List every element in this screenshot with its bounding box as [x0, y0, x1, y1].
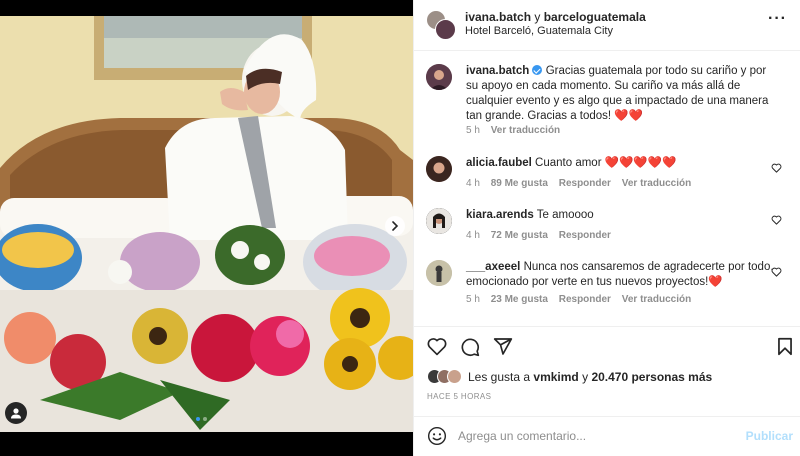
- reply-link[interactable]: Responder: [559, 294, 611, 305]
- post-side-panel: ivana.batch y barceloguatemala Hotel Bar…: [413, 0, 800, 456]
- comment-item: ___axeeel Nunca nos cansaremos de agrade…: [426, 260, 788, 320]
- collaborator-username[interactable]: barceloguatemala: [544, 10, 646, 24]
- post-header: ivana.batch y barceloguatemala Hotel Bar…: [414, 0, 800, 51]
- comment-body: kiara.arends Te amoooo: [466, 208, 778, 223]
- user-tag-icon: [11, 408, 21, 419]
- carousel-dot-active: [196, 417, 200, 421]
- avatar-image: [426, 156, 452, 182]
- comment-time[interactable]: 4 h: [466, 230, 480, 241]
- location-link[interactable]: Hotel Barceló, Guatemala City: [465, 25, 613, 37]
- avatar[interactable]: [426, 64, 452, 90]
- avatar: [447, 369, 462, 384]
- avatar-image: [426, 208, 452, 234]
- next-photo-button[interactable]: [385, 216, 405, 236]
- caption-body: ivana.batch Gracias guatemala por todo s…: [466, 64, 778, 124]
- comment-meta: 4 h 89 Me gusta Responder Ver traducción: [466, 178, 699, 189]
- verified-badge-icon: [532, 65, 543, 75]
- avatar[interactable]: [426, 260, 452, 286]
- share-send-icon[interactable]: [493, 337, 513, 356]
- avatar[interactable]: [426, 208, 452, 234]
- comment-time[interactable]: 4 h: [466, 178, 480, 189]
- comment-bubble-icon[interactable]: [460, 337, 480, 357]
- avatar-image: [426, 64, 452, 90]
- avatar: [435, 19, 456, 40]
- caption-time[interactable]: 5 h: [466, 125, 480, 136]
- tagged-users-button[interactable]: [5, 402, 27, 424]
- likes-and: y: [582, 369, 589, 384]
- comment-likes[interactable]: 72 Me gusta: [491, 230, 548, 241]
- comments-list: ivana.batch Gracias guatemala por todo s…: [414, 52, 800, 326]
- connector-text: y: [534, 10, 541, 24]
- comment-composer: Publicar: [414, 416, 800, 456]
- comment-likes[interactable]: 23 Me gusta: [491, 294, 548, 305]
- comment-meta: 5 h 23 Me gusta Responder Ver traducción: [466, 294, 699, 305]
- comment-text: Cuanto amor ❤️❤️❤️❤️❤️: [535, 157, 677, 169]
- caption-username[interactable]: ivana.batch: [466, 65, 529, 77]
- avatar[interactable]: [426, 156, 452, 182]
- hotel-room-photo: [0, 0, 413, 456]
- comment-username[interactable]: alicia.faubel: [466, 157, 532, 169]
- caption-meta: 5 h Ver traducción: [466, 125, 568, 136]
- more-horizontal-icon: ···: [768, 10, 787, 27]
- reply-link[interactable]: Responder: [559, 178, 611, 189]
- comment-likes[interactable]: 89 Me gusta: [491, 178, 548, 189]
- reply-link[interactable]: Responder: [559, 230, 611, 241]
- comment-item: alicia.faubel Cuanto amor ❤️❤️❤️❤️❤️ 4 h…: [426, 156, 788, 200]
- caption: ivana.batch Gracias guatemala por todo s…: [426, 64, 788, 144]
- emoji-icon[interactable]: [427, 426, 447, 446]
- more-options-button[interactable]: ···: [768, 11, 787, 27]
- post-actions: Les gusta a vmkimd y 20.470 personas más…: [414, 326, 800, 416]
- likes-summary[interactable]: Les gusta a vmkimd y 20.470 personas más: [427, 369, 712, 384]
- comment-item: kiara.arends Te amoooo 4 h 72 Me gusta R…: [426, 208, 788, 252]
- like-heart-icon[interactable]: [427, 337, 447, 356]
- comment-time[interactable]: 5 h: [466, 294, 480, 305]
- post-comment-button[interactable]: Publicar: [746, 429, 793, 443]
- comment-body: ___axeeel Nunca nos cansaremos de agrade…: [466, 260, 778, 290]
- comment-like-heart-icon[interactable]: [771, 163, 782, 173]
- comment-username[interactable]: kiara.arends: [466, 209, 534, 221]
- save-bookmark-icon[interactable]: [777, 337, 793, 356]
- comment-body: alicia.faubel Cuanto amor ❤️❤️❤️❤️❤️: [466, 156, 778, 171]
- chevron-right-icon: [392, 221, 399, 231]
- comment-like-heart-icon[interactable]: [771, 267, 782, 277]
- post-timestamp[interactable]: HACE 5 HORAS: [427, 392, 491, 401]
- author-username[interactable]: ivana.batch: [465, 10, 531, 24]
- comment-input[interactable]: [458, 427, 738, 445]
- likes-others[interactable]: 20.470 personas más: [591, 370, 712, 384]
- likes-user[interactable]: vmkimd: [533, 370, 578, 384]
- comment-like-heart-icon[interactable]: [771, 215, 782, 225]
- collab-avatars[interactable]: [426, 10, 456, 40]
- comment-translate-link[interactable]: Ver traducción: [622, 178, 691, 189]
- comment-translate-link[interactable]: Ver traducción: [622, 294, 691, 305]
- comment-username[interactable]: ___axeeel: [466, 261, 520, 273]
- avatar-image: [426, 260, 452, 286]
- caption-translate-link[interactable]: Ver traducción: [491, 125, 560, 136]
- carousel-indicator: [196, 417, 207, 421]
- likes-prefix: Les gusta a: [468, 369, 531, 384]
- carousel-dot: [203, 417, 207, 421]
- post-authors: ivana.batch y barceloguatemala: [465, 10, 646, 24]
- action-buttons: [427, 337, 513, 357]
- comment-meta: 4 h 72 Me gusta Responder: [466, 230, 619, 241]
- post-photo[interactable]: [0, 0, 413, 456]
- comment-text: Te amoooo: [536, 209, 594, 221]
